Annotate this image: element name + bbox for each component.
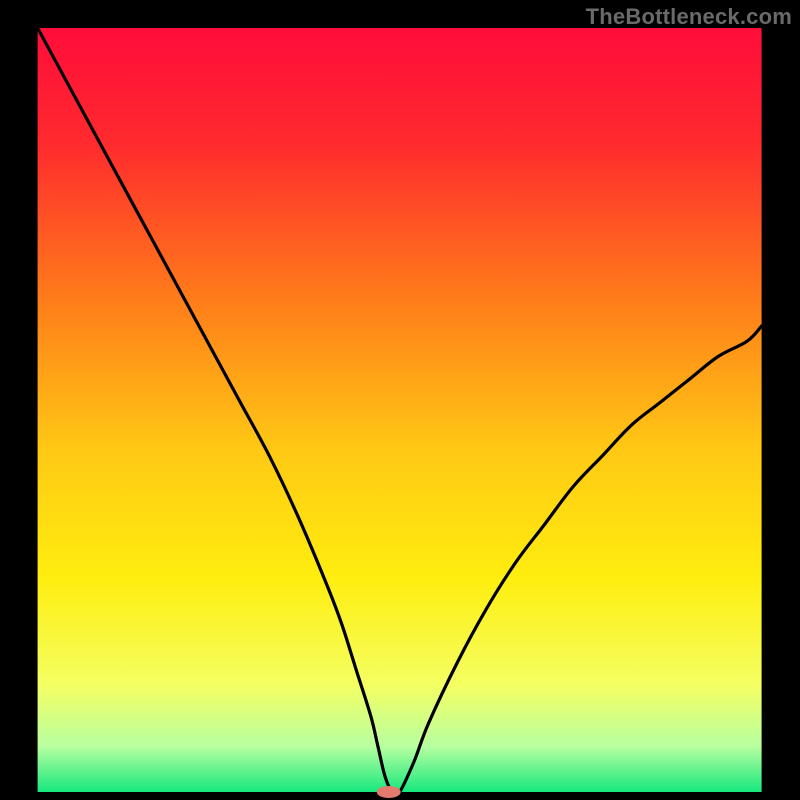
- bottleneck-plot: [0, 0, 800, 800]
- watermark-label: TheBottleneck.com: [586, 4, 792, 30]
- chart-frame: TheBottleneck.com: [0, 0, 800, 800]
- optimum-marker: [377, 786, 401, 798]
- plot-background: [38, 28, 762, 792]
